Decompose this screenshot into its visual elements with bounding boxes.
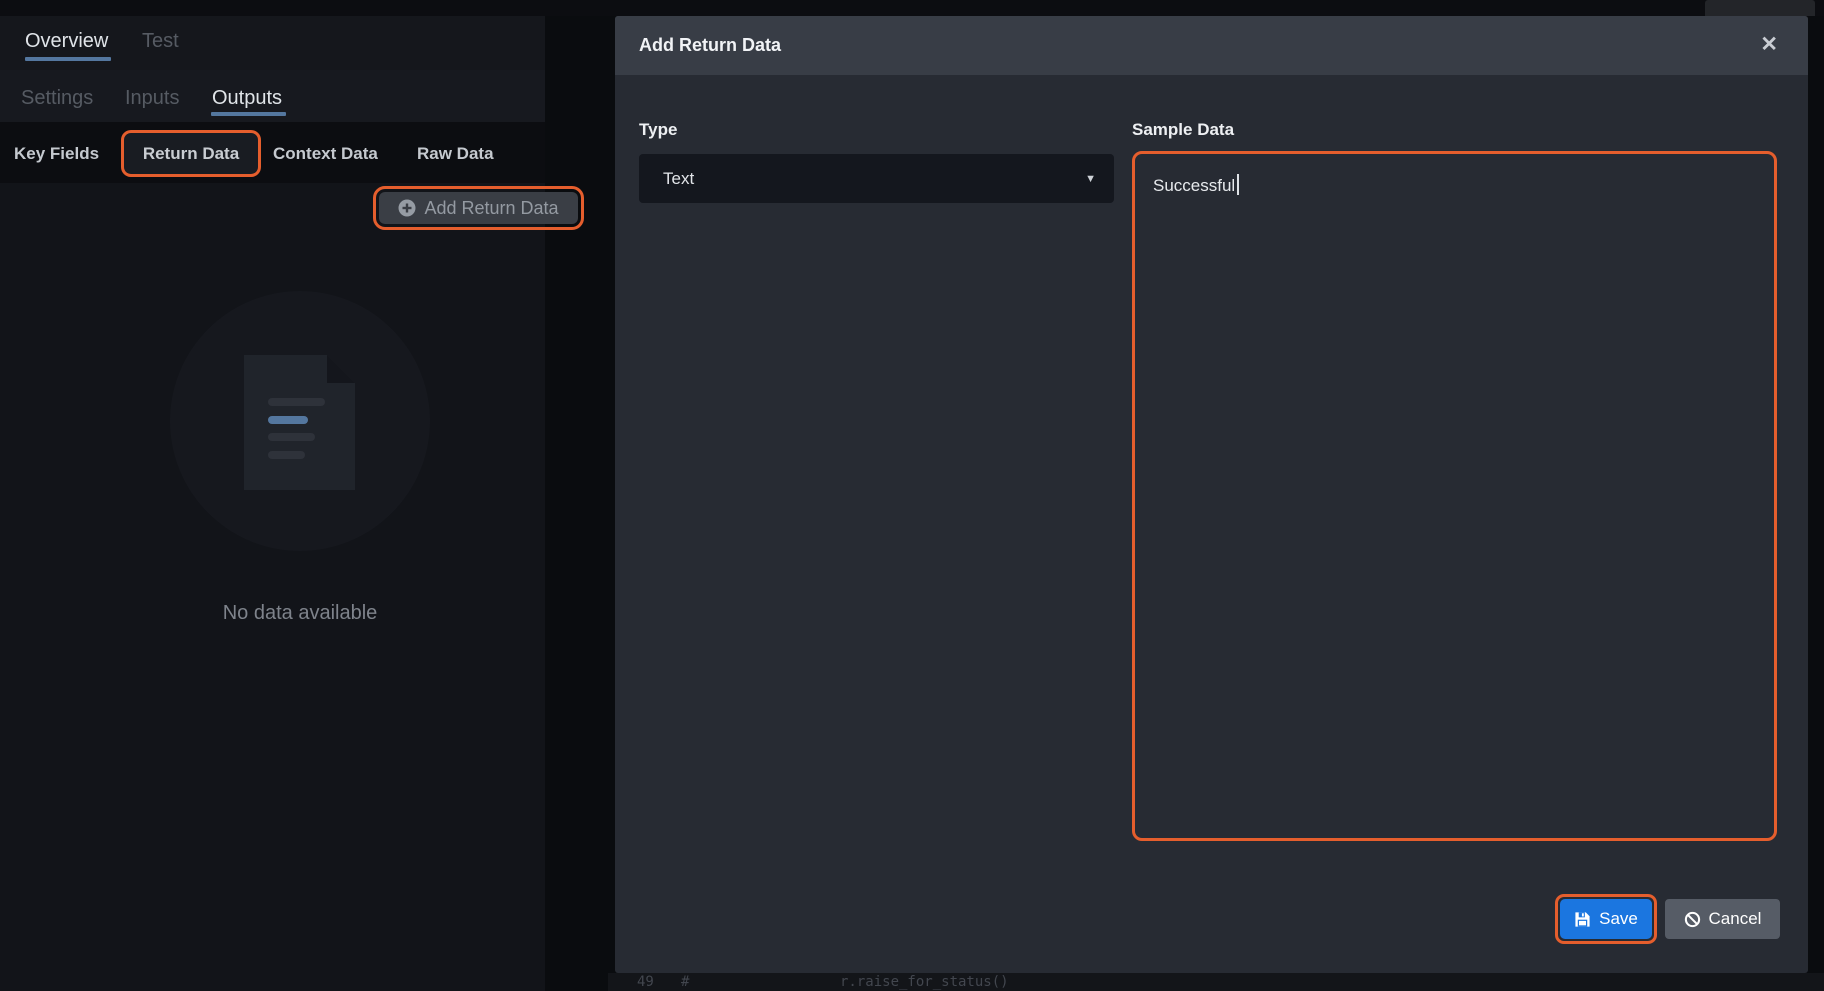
screen: Overview Test Settings Inputs Outputs Ke… xyxy=(0,0,1824,991)
save-button[interactable]: Save xyxy=(1560,899,1652,939)
type-field-label: Type xyxy=(639,120,677,140)
tab-overview[interactable]: Overview xyxy=(25,29,108,53)
background-code-editor-row: 49 # r.raise_for_status() xyxy=(608,973,1824,991)
code-line-text: r.raise_for_status() xyxy=(840,974,1009,990)
secondary-tab-bar: Settings Inputs Outputs xyxy=(0,70,545,122)
cancel-button-label: Cancel xyxy=(1709,909,1762,929)
tab-return-data-highlight-ring[interactable]: Return Data xyxy=(121,130,261,177)
tab-test[interactable]: Test xyxy=(142,29,179,53)
add-return-data-modal: Add Return Data ✕ Type Text ▼ Sample Dat… xyxy=(615,16,1808,973)
tab-context-data[interactable]: Context Data xyxy=(273,144,378,164)
sample-data-field-label: Sample Data xyxy=(1132,120,1234,140)
type-dropdown[interactable]: Text ▼ xyxy=(639,154,1114,203)
left-panel: Overview Test Settings Inputs Outputs Ke… xyxy=(0,16,545,991)
chevron-down-icon: ▼ xyxy=(1085,173,1096,185)
modal-title: Add Return Data xyxy=(639,16,781,75)
save-icon xyxy=(1574,911,1591,928)
cancel-icon xyxy=(1684,911,1701,928)
save-button-highlight-ring: Save xyxy=(1555,894,1657,944)
add-return-data-highlight-ring: Add Return Data xyxy=(373,186,584,230)
document-icon xyxy=(244,355,355,490)
tab-key-fields[interactable]: Key Fields xyxy=(14,144,99,164)
code-comment-marker: # xyxy=(681,974,689,990)
tab-outputs-active-underline xyxy=(211,112,286,116)
modal-header: Add Return Data ✕ xyxy=(615,16,1808,75)
text-cursor xyxy=(1237,174,1239,195)
tab-overview-active-underline xyxy=(25,57,111,61)
tab-inputs[interactable]: Inputs xyxy=(125,86,179,110)
tab-settings[interactable]: Settings xyxy=(21,86,93,110)
empty-state-message: No data available xyxy=(100,602,500,625)
add-return-data-label: Add Return Data xyxy=(424,198,558,219)
add-return-data-button[interactable]: Add Return Data xyxy=(379,192,578,224)
outputs-tab-bar: Key Fields Return Data Context Data Raw … xyxy=(0,122,545,183)
plus-circle-icon xyxy=(398,199,416,217)
primary-tab-bar: Overview Test xyxy=(0,16,545,70)
close-icon[interactable]: ✕ xyxy=(1760,33,1778,57)
sample-data-textarea[interactable]: Successful xyxy=(1132,151,1777,841)
cancel-button[interactable]: Cancel xyxy=(1665,899,1780,939)
sample-data-value: Successful xyxy=(1153,176,1235,195)
top-background-strip xyxy=(0,0,1824,16)
save-button-label: Save xyxy=(1599,909,1638,929)
background-dimmed-element xyxy=(1705,0,1815,16)
tab-outputs[interactable]: Outputs xyxy=(212,86,282,110)
type-dropdown-value: Text xyxy=(663,169,1085,189)
code-line-number: 49 xyxy=(637,974,654,990)
tab-return-data[interactable]: Return Data xyxy=(143,144,239,164)
tab-raw-data[interactable]: Raw Data xyxy=(417,144,494,164)
empty-state-circle xyxy=(170,291,430,551)
